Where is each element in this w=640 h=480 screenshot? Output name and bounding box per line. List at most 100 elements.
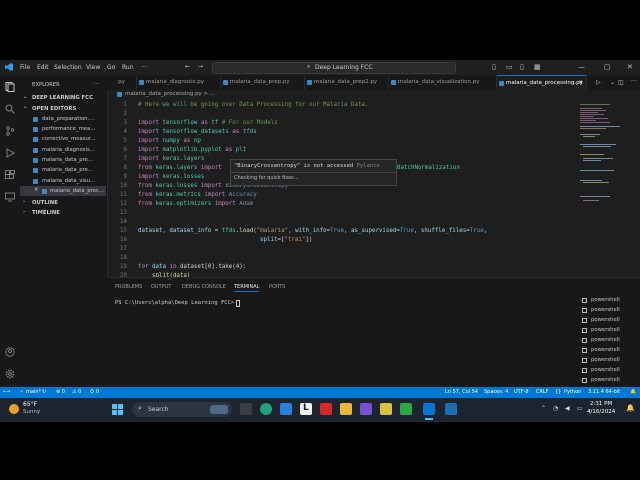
minimize-icon[interactable]: — [578,63,585,71]
terminal-list-item[interactable]: powershell [581,296,640,306]
eol[interactable]: CRLF [536,389,549,395]
branch-label[interactable]: main* [26,389,41,395]
explorer-icon[interactable] [5,82,15,92]
tab-problems[interactable]: PROBLEMS [115,284,142,290]
split-editor-icon[interactable]: ◫ [618,79,624,86]
open-editor-item[interactable]: malaria_data_visu... [42,178,104,184]
terminal-list-item[interactable]: powershell [581,326,640,336]
open-editors-section[interactable]: OPEN EDITORS [32,106,76,112]
minimap[interactable] [577,100,640,276]
taskbar-search[interactable]: ⌕ Search [132,402,232,417]
tab-py[interactable]: py [107,75,137,90]
language-mode[interactable]: Python [564,389,581,395]
layout-icon[interactable]: ▦ [534,63,541,71]
menu-file[interactable]: File [20,64,30,71]
cursor-position[interactable]: Ln 57, Col 54 [445,389,478,395]
clock-time[interactable]: 2:31 PM [590,401,612,407]
toggle-secondary-icon[interactable]: ▯ [520,63,524,71]
open-editor-item[interactable]: performance_mea... [42,126,104,132]
tab-terminal[interactable]: TERMINAL [234,284,260,292]
notifications-icon[interactable]: 🔔 [626,404,635,412]
nav-back-icon[interactable]: ← [185,63,190,70]
explorer-more-icon[interactable]: ··· [94,81,99,87]
speaker-icon[interactable]: ◀ [565,405,570,412]
ports-count[interactable]: 0 [96,389,99,395]
close-editor-icon[interactable]: ✕ [34,187,38,193]
menu-view[interactable]: View [86,64,100,71]
tab-malaria-data-prep2[interactable]: malaria_data_prep2.py [305,75,389,90]
terminal-list-item[interactable]: powershell [581,306,640,316]
tab-debug-console[interactable]: DEBUG CONSOLE [182,284,226,290]
close-icon[interactable]: ✕ [627,63,633,71]
breadcrumb-path[interactable]: malaria_data_processing.py > ... [125,91,215,97]
battery-icon[interactable]: ▭ [577,405,583,412]
app-icon-purple[interactable] [360,403,372,415]
chevron-up-icon[interactable]: ⌃ [541,405,546,412]
vscode-taskbar-icon[interactable] [423,403,435,415]
windows-start-icon[interactable] [112,404,123,415]
outline-section[interactable]: OUTLINE [32,200,58,206]
menu-run[interactable]: Run [122,64,134,71]
clock-date[interactable]: 4/16/2024 [587,409,615,415]
open-editor-item[interactable]: malaria_data_pre... [42,157,104,163]
python-interpreter[interactable]: 3.11.4 64-bit [588,389,620,395]
tab-malaria-diagnosis[interactable]: malaria_diagnosis.py [137,75,221,90]
toggle-sidebar-icon[interactable]: ▯ [492,63,496,71]
tab-output[interactable]: OUTPUT [151,284,171,290]
menu-edit[interactable]: Edit [37,64,49,71]
open-editor-item-active[interactable]: malaria_data_proc... [50,188,105,194]
file-explorer-icon[interactable] [340,403,352,415]
chevron-right-icon[interactable]: › [23,209,25,215]
command-center[interactable]: ⌕ Deep Learning FCC [212,62,456,74]
warning-count[interactable]: ⚠ 0 [72,389,81,395]
task-view-icon[interactable] [240,403,252,415]
open-editor-item[interactable]: malaria_data_pre... [42,167,104,173]
notifications-bell-icon[interactable]: 🔔 [630,389,636,395]
tab-ports[interactable]: PORTS [269,284,285,290]
close-tab-icon[interactable]: ✕ [578,76,583,90]
extensions-icon[interactable] [5,170,15,180]
menu-selection[interactable]: Selection [54,64,82,71]
app-icon-green[interactable] [400,403,412,415]
sync-icon[interactable]: ↻ [42,389,46,395]
run-debug-icon[interactable] [5,148,15,158]
code-editor[interactable]: 1 2 3 4 5 6 7 8 9 10 11 12 13 14 15 16 1… [107,100,577,279]
terminal-list-item[interactable]: powershell [581,376,640,386]
workspace-section[interactable]: DEEP LEARNING FCC [32,95,93,101]
menu-more[interactable]: ··· [141,64,147,71]
edge-icon[interactable] [260,403,272,415]
maximize-icon[interactable]: ▢ [604,63,611,71]
tab-malaria-data-processing[interactable]: malaria_data_processing.py ✕ [497,75,587,90]
source-control-icon[interactable] [5,126,15,136]
weather-temp[interactable]: 65°F [23,401,37,408]
editor-more-icon[interactable]: ··· [631,78,637,85]
letter-l-icon[interactable]: L [300,403,312,415]
outlook-icon[interactable] [280,403,292,415]
timeline-section[interactable]: TIMELINE [32,210,60,216]
settings-gear-icon[interactable] [5,369,15,379]
mcafee-icon[interactable] [320,403,332,415]
open-editor-item[interactable]: corrective_measur... [42,136,104,142]
app-icon-blue[interactable] [445,403,457,415]
app-icon-yellow[interactable] [380,403,392,415]
nav-forward-icon[interactable]: → [198,63,203,70]
open-editor-item[interactable]: malaria_diagnosis... [42,147,104,153]
chevron-down-icon[interactable]: ⌄ [23,104,27,110]
search-icon[interactable] [5,104,15,114]
error-count[interactable]: ⊗ 0 [56,389,65,395]
remote-explorer-icon[interactable] [5,192,15,202]
chevron-down-icon[interactable]: ⌄ [23,94,27,100]
chevron-down-icon[interactable]: ⌄ [610,79,615,86]
terminal-list-item[interactable]: powershell [581,336,640,346]
terminal-list-item[interactable]: powershell [581,316,640,326]
tab-malaria-data-visualization[interactable]: malaria_data_visualization.py [389,75,497,90]
terminal-list-item[interactable]: powershell [581,356,640,366]
tab-malaria-data-prep[interactable]: malaria_data_prep.py [221,75,305,90]
remote-icon[interactable]: ⟷ [3,389,10,395]
toggle-panel-icon[interactable]: ▭ [506,63,513,71]
terminal-area[interactable] [115,295,575,385]
terminal-list-item[interactable]: powershell [581,346,640,356]
menu-go[interactable]: Go [107,64,115,71]
indentation[interactable]: Spaces: 4 [484,389,508,395]
wifi-icon[interactable]: ◔ [553,405,558,412]
